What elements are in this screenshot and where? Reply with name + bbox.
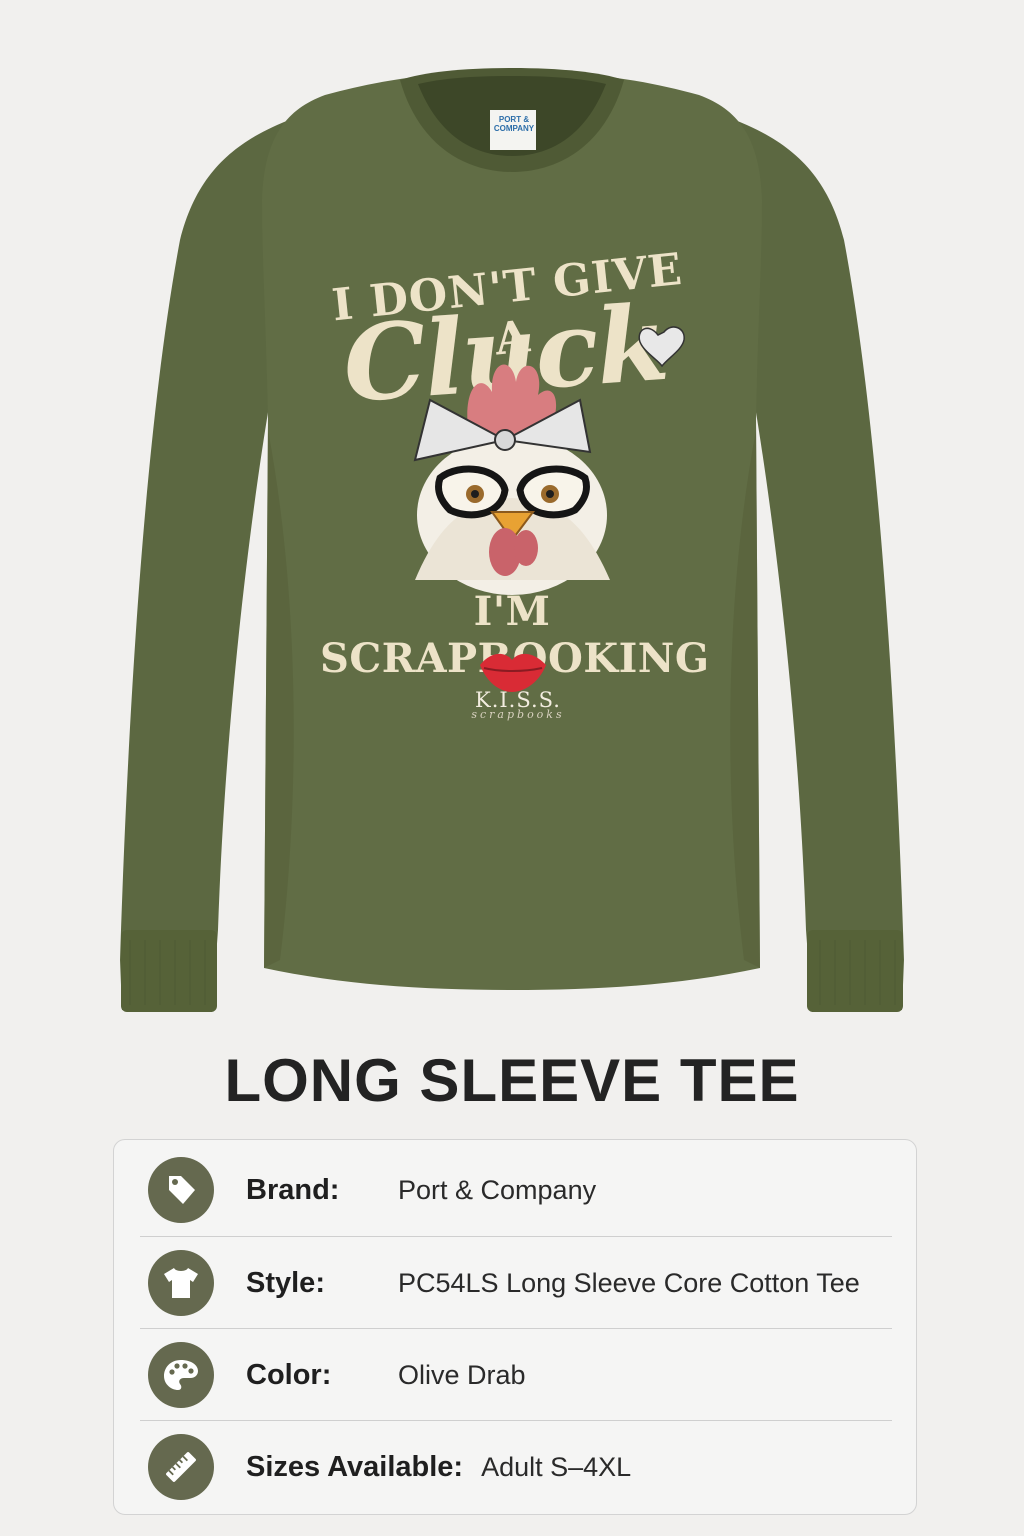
brand-logo-subtitle: scrapbooks: [471, 708, 565, 721]
spec-value-style: PC54LS Long Sleeve Core Cotton Tee: [398, 1267, 860, 1298]
tshirt-icon: [148, 1250, 214, 1316]
spec-value-brand: Port & Company: [398, 1174, 597, 1205]
spec-row-style: Style: PC54LS Long Sleeve Core Cotton Te…: [140, 1236, 892, 1329]
lips-logo-icon: [480, 653, 546, 692]
spec-value-sizes: Adult S–4XL: [481, 1451, 632, 1482]
spec-value-color: Olive Drab: [398, 1359, 526, 1390]
spec-label-brand: Brand:: [246, 1173, 340, 1206]
spec-row-color: Color: Olive Drab: [140, 1328, 892, 1421]
tag-icon: [148, 1157, 214, 1223]
spec-label-sizes: Sizes Available:: [246, 1450, 464, 1483]
palette-icon: [148, 1342, 214, 1408]
ruler-icon: [148, 1434, 214, 1500]
spec-label-color: Color:: [246, 1358, 332, 1391]
spec-label-style: Style:: [246, 1266, 325, 1299]
product-image: PORT & COMPANY I DON'T GIVE A Cluck I'M …: [0, 0, 1024, 1030]
spec-card: Brand: Port & Company Style: PC54LS Long…: [113, 1139, 917, 1515]
spec-row-brand: Brand: Port & Company: [140, 1144, 892, 1236]
product-title: LONG SLEEVE TEE: [224, 1047, 800, 1114]
shirt-print-design: I DON'T GIVE A Cluck I'M K.I.S.S. scrapb…: [0, 0, 1024, 1030]
spec-row-sizes: Sizes Available: Adult S–4XL: [140, 1420, 892, 1513]
